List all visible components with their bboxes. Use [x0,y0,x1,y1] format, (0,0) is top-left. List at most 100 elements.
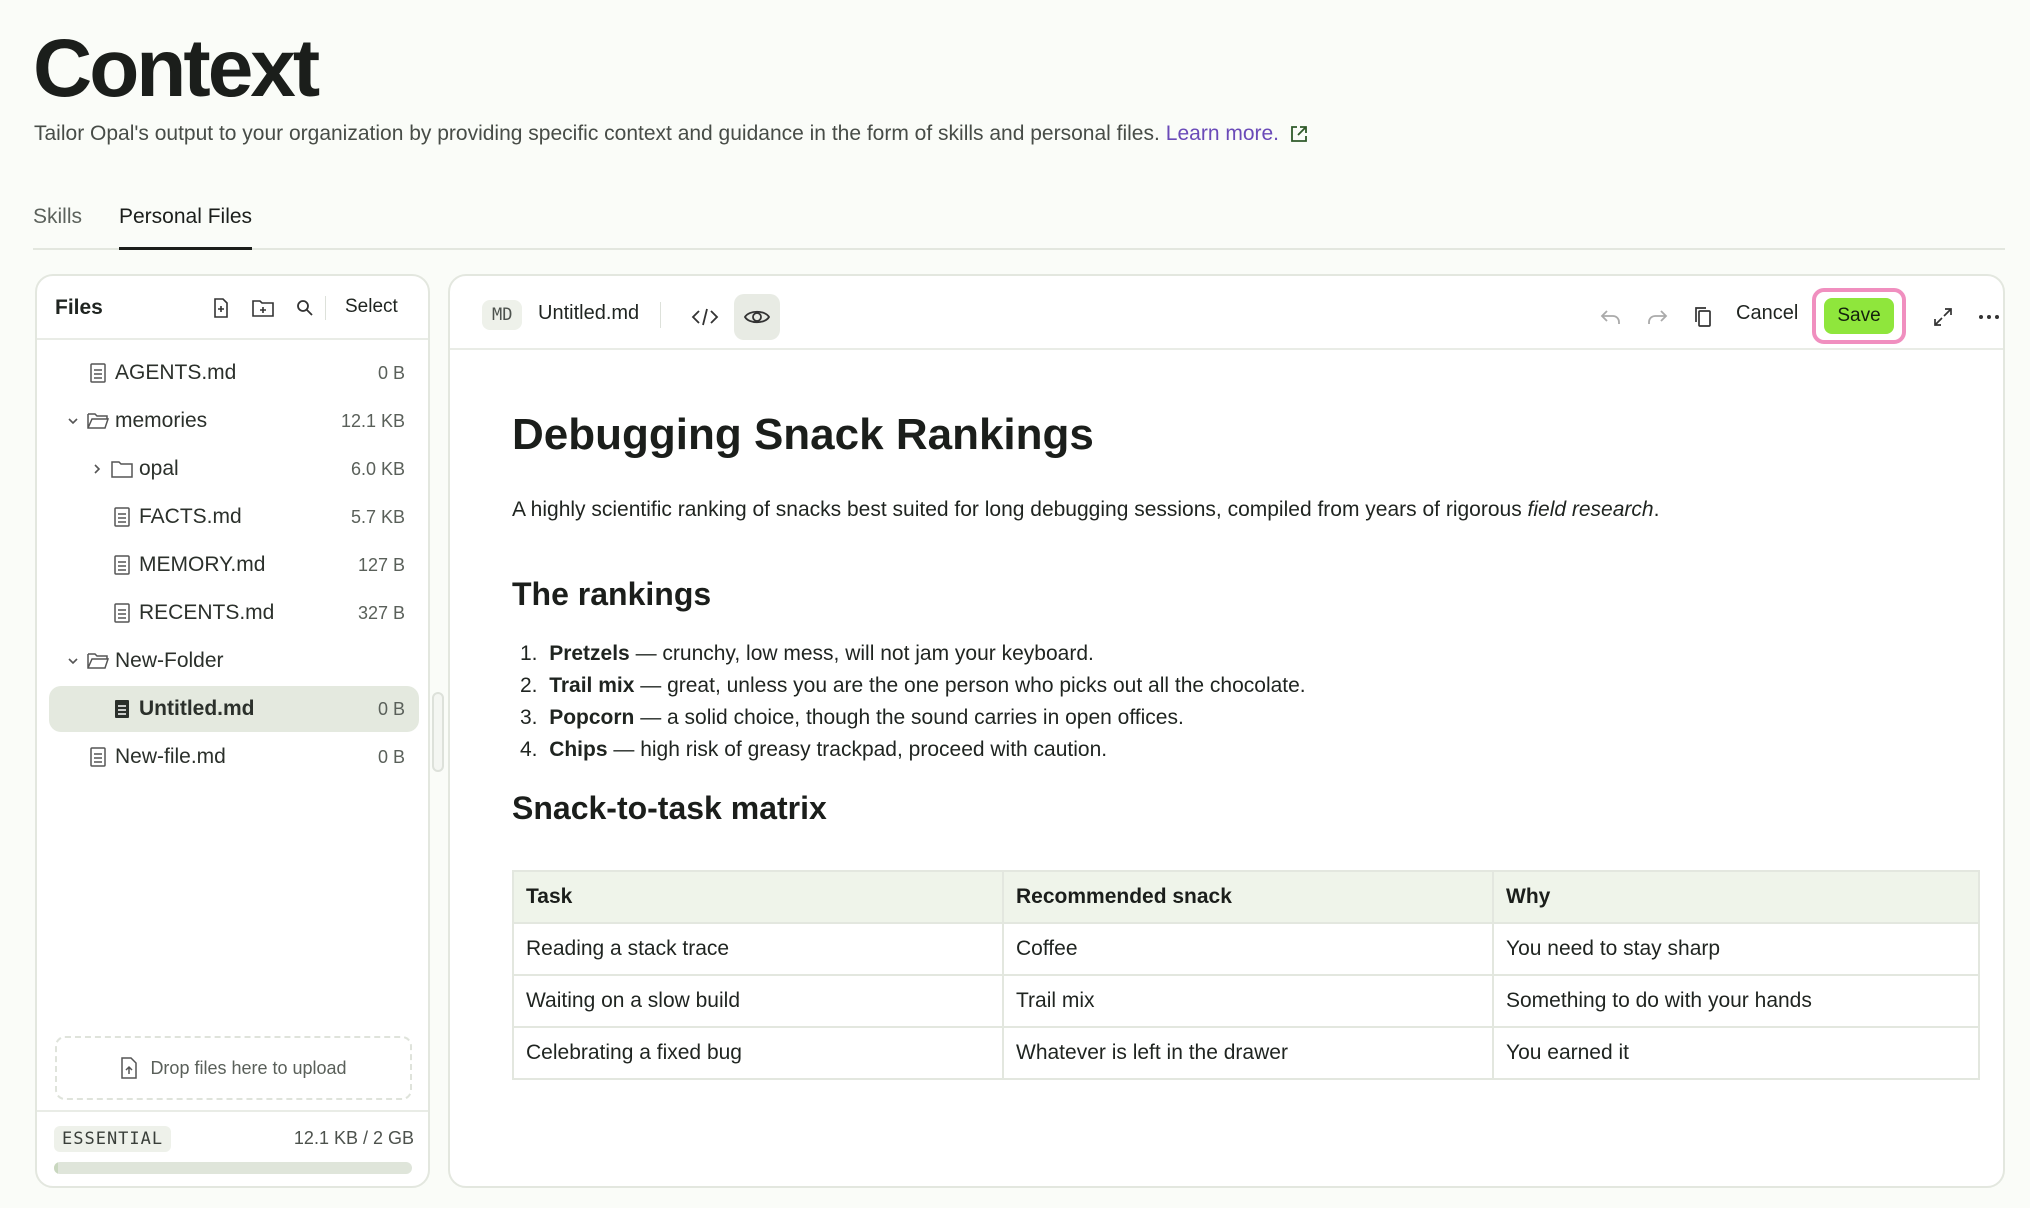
table-cell: Celebrating a fixed bug [512,1026,1004,1080]
table-header: Why [1492,870,1980,924]
table-cell: Coffee [1002,922,1494,976]
editor-panel: MD Untitled.md Cancel Save Debugging Sna… [448,274,2005,1188]
file-icon [87,362,109,384]
ranking-item: 3. Popcorn — a solid choice, though the … [520,706,1184,730]
tree-item-agents[interactable]: AGENTS.md 0 B [49,350,419,396]
matrix-heading: Snack-to-task matrix [512,790,827,826]
code-icon [691,308,719,326]
table-cell: Something to do with your hands [1492,974,1980,1028]
intro-end: . [1653,498,1660,521]
new-file-icon[interactable] [209,296,233,320]
code-view-button[interactable] [682,294,728,340]
document-title: Debugging Snack Rankings [512,410,1094,459]
intro-text: A highly scientific ranking of snacks be… [512,498,1528,521]
ranking-item: 1. Pretzels — crunchy, low mess, will no… [520,642,1094,666]
save-button[interactable]: Save [1824,298,1894,334]
copy-icon [1695,307,1711,327]
chevron-down-icon[interactable] [65,413,81,429]
storage-usage-fill [54,1162,58,1174]
editor-toolbar: MD Untitled.md Cancel Save [450,276,2003,350]
save-button-focus-ring: Save [1812,288,1906,344]
document-name[interactable]: Untitled.md [538,302,639,325]
tree-item-size: 5.7 KB [350,506,405,527]
undo-icon [1600,310,1620,324]
tree-item-size: 0 B [377,362,405,383]
tree-item-facts[interactable]: FACTS.md 5.7 KB [49,494,419,540]
folder-icon [111,458,133,480]
storage-usage-bar [54,1162,412,1174]
tree-item-new-folder[interactable]: New-Folder [49,638,419,684]
document-intro: A highly scientific ranking of snacks be… [512,498,1659,522]
file-icon [111,602,133,624]
table-header-row: Task Recommended snack Why [512,870,1980,924]
redo-icon [1648,310,1668,324]
files-panel: Files Select AGENTS.md 0 B memories 12.1… [35,274,430,1188]
folder-open-icon [87,650,109,672]
more-options-button[interactable] [1966,294,2003,340]
tab-personal-files[interactable]: Personal Files [119,205,253,250]
tree-item-opal[interactable]: opal 6.0 KB [49,446,419,492]
chevron-right-icon[interactable] [89,461,105,477]
ranking-name: Chips [549,738,608,761]
learn-more-link[interactable]: Learn more. [1166,122,1279,146]
file-icon [111,554,133,576]
table-header: Task [512,870,1004,924]
table-row: Celebrating a fixed bug Whatever is left… [512,1026,1980,1080]
expand-button[interactable] [1920,294,1966,340]
redo-button[interactable] [1634,294,1680,340]
tree-item-memory[interactable]: MEMORY.md 127 B [49,542,419,588]
tree-item-new-file[interactable]: New-file.md 0 B [49,734,419,780]
chevron-down-icon[interactable] [65,653,81,669]
ranking-desc: — great, unless you are the one person w… [634,674,1306,697]
table-header: Recommended snack [1002,870,1494,924]
tree-item-size: 0 B [377,698,405,719]
tree-item-size: 0 B [377,746,405,767]
intro-italic: field research [1527,498,1654,521]
external-link-icon[interactable] [1289,124,1309,144]
table-cell: You need to stay sharp [1492,922,1980,976]
tree-item-name: RECENTS.md [139,601,275,624]
files-header: Files Select [37,276,428,340]
tab-skills[interactable]: Skills [33,205,82,250]
table-row: Reading a stack trace Coffee You need to… [512,922,1980,976]
panel-resize-handle[interactable] [432,692,444,772]
file-icon [111,506,133,528]
tree-item-size: 327 B [357,602,405,623]
ranking-number: 4. [520,738,538,761]
tree-item-memories[interactable]: memories 12.1 KB [49,398,419,444]
drop-zone[interactable]: Drop files here to upload [55,1036,412,1100]
ranking-item: 4. Chips — high risk of greasy trackpad,… [520,738,1107,762]
tree-item-size: 127 B [357,554,405,575]
rankings-heading: The rankings [512,576,712,612]
ranking-item: 2. Trail mix — great, unless you are the… [520,674,1306,698]
ranking-desc: — a solid choice, though the sound carri… [634,706,1184,729]
file-icon [87,746,109,768]
toolbar-divider [660,302,661,328]
copy-button[interactable] [1680,294,1726,340]
format-badge: MD [482,300,523,330]
undo-button[interactable] [1588,294,1634,340]
table-cell: Trail mix [1002,974,1494,1028]
expand-icon [1934,308,1952,326]
table-cell: Reading a stack trace [512,922,1004,976]
folder-open-icon [87,410,109,432]
eye-icon [743,310,771,324]
ranking-name: Popcorn [549,706,635,729]
snack-task-table: Task Recommended snack Why Reading a sta… [512,870,1980,1080]
ranking-name: Trail mix [549,674,635,697]
select-button[interactable]: Select [345,296,398,318]
cancel-button[interactable]: Cancel [1736,302,1798,325]
ranking-desc: — high risk of greasy trackpad, proceed … [607,738,1108,761]
ranking-number: 3. [520,706,538,729]
page-title: Context [33,23,320,114]
search-icon[interactable] [293,296,317,320]
tree-item-name: memories [115,409,208,432]
preview-view-button[interactable] [734,294,780,340]
new-folder-icon[interactable] [251,296,275,320]
tree-item-recents[interactable]: RECENTS.md 327 B [49,590,419,636]
storage-footer: ESSENTIAL 12.1 KB / 2 GB [37,1110,428,1186]
storage-usage: 12.1 KB / 2 GB [293,1128,414,1148]
tab-bar: Skills Personal Files [33,200,2005,250]
table-cell: You earned it [1492,1026,1980,1080]
tree-item-untitled[interactable]: Untitled.md 0 B [49,686,419,732]
